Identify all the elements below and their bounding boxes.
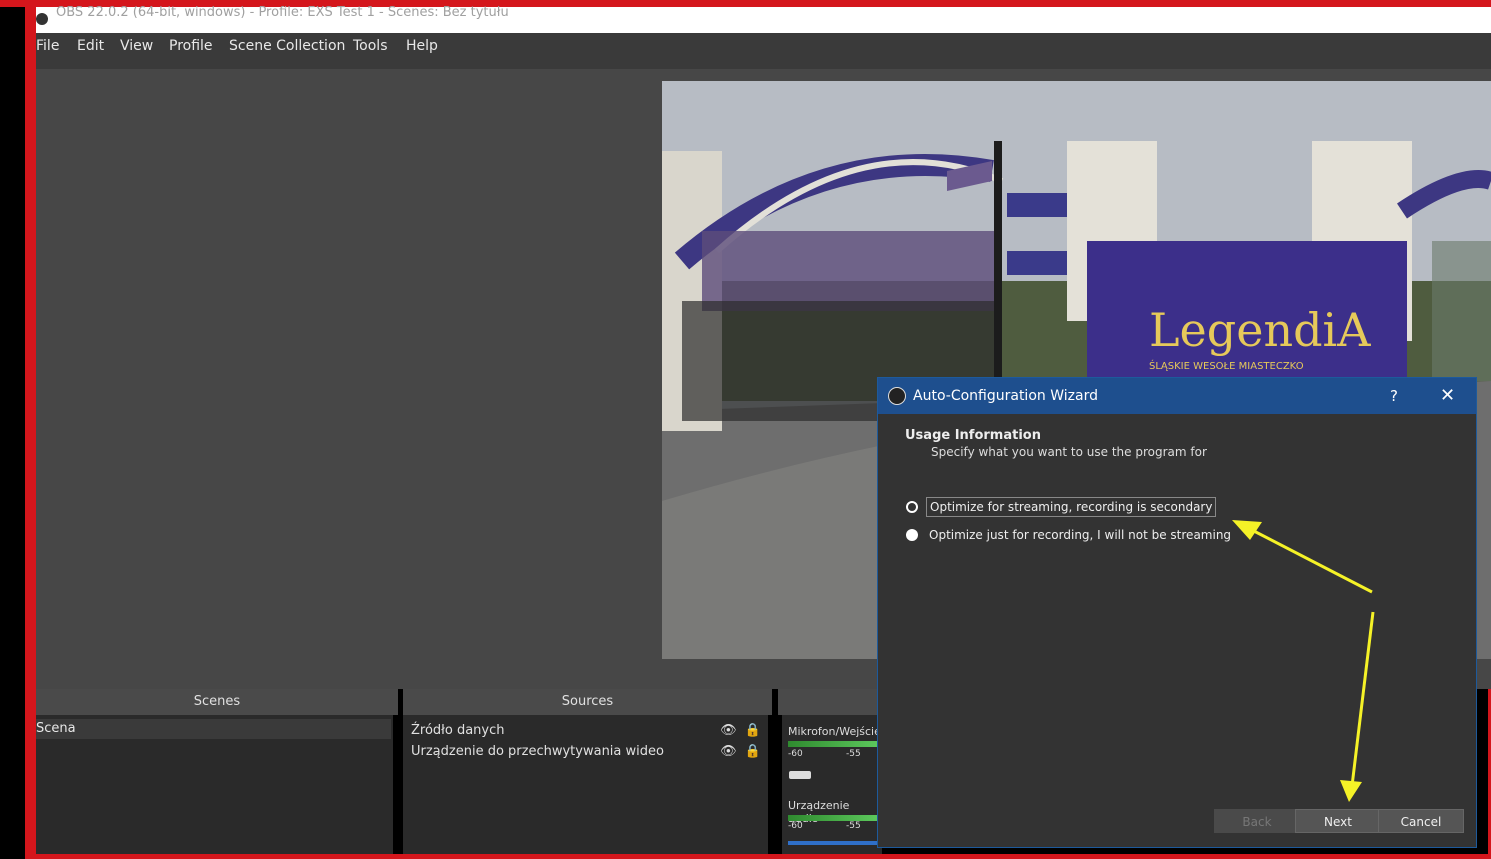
eye-icon[interactable]: 👁 bbox=[720, 723, 737, 738]
meter-tick: -60 bbox=[788, 749, 803, 759]
cancel-button[interactable]: Cancel bbox=[1378, 809, 1464, 833]
dialog-titlebar: Auto-Configuration Wizard ? ✕ bbox=[878, 378, 1476, 414]
sources-list[interactable]: Źródło danych 👁 🔒 Urządzenie do przechwy… bbox=[403, 715, 768, 854]
meter-tick: -55 bbox=[846, 749, 861, 759]
meter-tick: -60 bbox=[788, 821, 803, 831]
volume-slider[interactable] bbox=[789, 771, 811, 779]
menu-bar: File Edit View Profile Scene Collection … bbox=[36, 33, 1491, 69]
next-button[interactable]: Next bbox=[1295, 809, 1381, 833]
radio-optimize-streaming[interactable]: Optimize for streaming, recording is sec… bbox=[906, 497, 1236, 517]
red-border-left bbox=[25, 0, 36, 859]
scene-item[interactable]: Scena bbox=[36, 719, 391, 739]
eye-icon[interactable]: 👁 bbox=[720, 744, 737, 759]
window-title: OBS 22.0.2 (64-bit, windows) - Profile: … bbox=[56, 5, 509, 20]
close-icon[interactable]: ✕ bbox=[1440, 378, 1455, 414]
obs-logo-icon bbox=[888, 387, 906, 405]
section-subtitle: Specify what you want to use the program… bbox=[931, 445, 1207, 459]
menu-scene-collection[interactable]: Scene Collection bbox=[229, 33, 345, 59]
back-button[interactable]: Back bbox=[1214, 809, 1300, 833]
auto-config-wizard-dialog: Auto-Configuration Wizard ? ✕ Usage Info… bbox=[877, 377, 1477, 848]
menu-profile[interactable]: Profile bbox=[169, 33, 213, 59]
mixer-dock-header bbox=[778, 689, 888, 715]
menu-file[interactable]: File bbox=[36, 33, 59, 59]
radio-optimize-recording[interactable]: Optimize just for recording, I will not … bbox=[906, 525, 1236, 545]
menu-edit[interactable]: Edit bbox=[77, 33, 104, 59]
obs-logo-icon bbox=[36, 13, 48, 25]
banner-logo-text: LegendiA bbox=[1149, 303, 1371, 357]
source-item-label: Urządzenie do przechwytywania wideo bbox=[411, 744, 664, 759]
lock-icon[interactable]: 🔒 bbox=[745, 744, 761, 759]
help-button[interactable]: ? bbox=[1390, 378, 1398, 414]
source-item-label: Źródło danych bbox=[411, 723, 505, 738]
source-item-icons: 👁 🔒 bbox=[720, 722, 761, 740]
radio-button[interactable] bbox=[906, 529, 918, 541]
section-title: Usage Information bbox=[905, 428, 1041, 443]
volume-slider[interactable] bbox=[788, 841, 882, 845]
menu-view[interactable]: View bbox=[120, 33, 153, 59]
scenes-list[interactable]: Scena bbox=[36, 715, 393, 854]
banner-subtext: ŚLĄSKIE WESOŁE MIASTECZKO bbox=[1149, 359, 1304, 372]
sources-dock-header: Sources bbox=[403, 689, 772, 715]
meter-tick: -55 bbox=[846, 821, 861, 831]
source-item[interactable]: Źródło danych 👁 🔒 bbox=[411, 722, 761, 740]
menu-tools[interactable]: Tools bbox=[353, 33, 388, 59]
red-border-bottom bbox=[25, 854, 1491, 859]
radio-label: Optimize for streaming, recording is sec… bbox=[926, 497, 1217, 517]
audio-meter bbox=[788, 741, 878, 747]
dialog-title: Auto-Configuration Wizard bbox=[913, 388, 1098, 404]
lock-icon[interactable]: 🔒 bbox=[745, 723, 761, 738]
mixer-channel-label: Mikrofon/Wejście bbox=[788, 725, 881, 738]
radio-label: Optimize just for recording, I will not … bbox=[929, 528, 1232, 542]
source-item[interactable]: Urządzenie do przechwytywania wideo 👁 🔒 bbox=[411, 743, 761, 761]
audio-mixer: Mikrofon/Wejście -60 -55 Urządzenie audi… bbox=[782, 715, 882, 854]
menu-help[interactable]: Help bbox=[406, 33, 438, 59]
source-item-icons: 👁 🔒 bbox=[720, 743, 761, 761]
scenes-dock-header: Scenes bbox=[36, 689, 398, 715]
radio-button[interactable] bbox=[906, 501, 918, 513]
screenshot-frame: OBS 22.0.2 (64-bit, windows) - Profile: … bbox=[0, 0, 1491, 859]
window-titlebar: OBS 22.0.2 (64-bit, windows) - Profile: … bbox=[36, 5, 1491, 33]
